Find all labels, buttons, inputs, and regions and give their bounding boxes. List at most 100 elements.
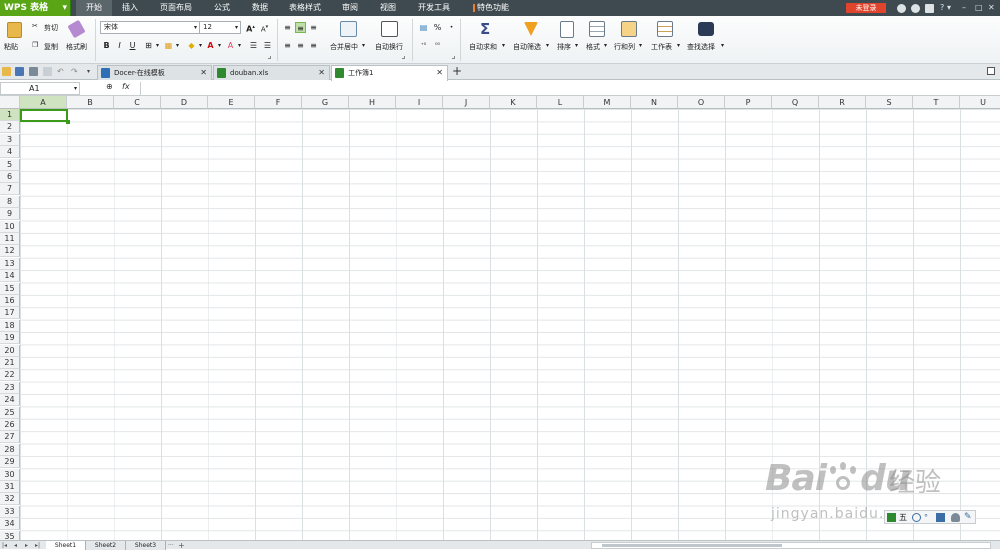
row-header[interactable]: 19 [0, 332, 20, 345]
row-header[interactable]: 15 [0, 282, 20, 295]
ime-user-icon[interactable] [951, 513, 960, 522]
chevron-down-icon[interactable]: ▾ [502, 42, 505, 49]
row-header[interactable]: 31 [0, 481, 20, 493]
grow-font-icon[interactable]: A▴ [245, 22, 256, 34]
ime-keyboard-icon[interactable] [936, 513, 945, 522]
chevron-down-icon[interactable]: ▾ [546, 42, 549, 49]
row-header[interactable]: 29 [0, 456, 20, 469]
autosum-button[interactable]: 自动求和 [469, 42, 497, 52]
row-header[interactable]: 1 [0, 109, 20, 121]
column-header[interactable]: S [866, 96, 913, 109]
merge-center-icon[interactable] [340, 21, 357, 37]
format-button[interactable]: 格式 [586, 42, 600, 52]
column-header[interactable]: A [20, 96, 67, 109]
undo-icon[interactable]: ↶ [57, 67, 66, 76]
wrap-text-icon[interactable] [381, 21, 398, 37]
format-painter-button[interactable]: 格式刷 [66, 42, 87, 52]
column-header[interactable]: U [960, 96, 1000, 109]
tab-formulas[interactable]: 公式 [204, 0, 240, 16]
merge-center-button[interactable]: 合并居中 [330, 42, 358, 52]
tab-page-layout[interactable]: 页面布局 [150, 0, 202, 16]
fill-handle[interactable] [66, 120, 70, 124]
row-header[interactable]: 7 [0, 183, 20, 196]
align-bottom-icon[interactable]: ≡ [308, 22, 319, 33]
row-header[interactable]: 18 [0, 319, 20, 332]
align-left-icon[interactable]: ≡ [282, 40, 293, 51]
maximize-icon[interactable]: □ [975, 0, 983, 16]
paste-button[interactable]: 粘贴 [4, 42, 18, 52]
print-icon[interactable] [29, 67, 38, 76]
chevron-down-icon[interactable]: ▾ [575, 42, 578, 49]
chevron-down-icon[interactable]: ▾ [604, 42, 607, 49]
column-header[interactable]: F [255, 96, 302, 109]
chevron-down-icon[interactable]: ▾ [152, 40, 163, 51]
chevron-down-icon[interactable]: ▾ [677, 42, 680, 49]
column-header[interactable]: T [913, 96, 960, 109]
formula-input[interactable] [140, 82, 998, 95]
chevron-down-icon[interactable]: ▾ [234, 40, 245, 51]
row-header[interactable]: 11 [0, 233, 20, 245]
tab-home[interactable]: 开始 [76, 0, 112, 16]
restore-window-icon[interactable] [987, 67, 995, 75]
new-tab-icon[interactable]: + [452, 64, 462, 79]
number-dialog-launcher-icon[interactable] [452, 56, 455, 59]
row-header[interactable]: 2 [0, 121, 20, 134]
tab-data[interactable]: 数据 [242, 0, 278, 16]
ime-settings-icon[interactable]: ✎ [964, 513, 973, 522]
minimize-icon[interactable]: – [962, 0, 966, 16]
currency-icon[interactable]: ▤ [418, 22, 429, 33]
row-header[interactable]: 8 [0, 195, 20, 208]
font-name-select[interactable]: 宋体 ▾ [100, 21, 200, 34]
name-box[interactable]: A1 ▾ [0, 82, 80, 95]
row-header[interactable]: 5 [0, 158, 20, 171]
close-icon[interactable]: ✕ [436, 66, 443, 80]
increase-decimal-icon[interactable]: ⁺⁰ [418, 40, 429, 51]
tab-table-style[interactable]: 表格样式 [280, 0, 330, 16]
chevron-down-icon[interactable]: ▾ [639, 42, 642, 49]
open-icon[interactable] [2, 67, 11, 76]
tab-view[interactable]: 视图 [370, 0, 406, 16]
row-header[interactable]: 21 [0, 357, 20, 369]
redo-icon[interactable]: ↷ [71, 67, 80, 76]
underline-button[interactable]: U [127, 40, 138, 51]
row-header[interactable]: 20 [0, 344, 20, 357]
row-header[interactable]: 3 [0, 133, 20, 146]
tab-developer[interactable]: 开发工具 [408, 0, 460, 16]
wrap-text-button[interactable]: 自动换行 [375, 42, 403, 52]
filter-icon[interactable] [524, 22, 538, 36]
paste-icon[interactable] [7, 22, 22, 38]
decrease-indent-icon[interactable]: ☰ [248, 40, 259, 51]
scissors-icon[interactable]: ✂ [32, 22, 38, 30]
thousands-separator-icon[interactable]: • [446, 22, 457, 33]
ime-wubi-label[interactable]: 五 [899, 513, 908, 522]
percent-button[interactable]: % [432, 22, 443, 33]
row-header[interactable]: 10 [0, 220, 20, 233]
column-header[interactable]: H [349, 96, 396, 109]
font-dialog-launcher-icon[interactable] [268, 56, 271, 59]
worksheet-button[interactable]: 工作表 [651, 42, 672, 52]
horizontal-scrollbar[interactable] [591, 542, 991, 549]
skin-icon[interactable] [897, 4, 906, 13]
binoculars-icon[interactable] [698, 22, 714, 36]
rows-columns-button[interactable]: 行和列 [614, 42, 635, 52]
zoom-search-icon[interactable]: ⊕ [106, 82, 113, 91]
insert-function-button[interactable]: fx [122, 82, 130, 91]
doc-tab-workbook1[interactable]: 工作簿1 ✕ [331, 65, 448, 81]
row-header[interactable]: 35 [0, 530, 20, 540]
row-header[interactable]: 30 [0, 468, 20, 481]
font-size-select[interactable]: 12 ▾ [199, 21, 241, 34]
row-header[interactable]: 25 [0, 406, 20, 419]
row-header[interactable]: 14 [0, 270, 20, 283]
column-header[interactable]: R [819, 96, 866, 109]
tab-review[interactable]: 审阅 [332, 0, 368, 16]
increase-indent-icon[interactable]: ☰ [262, 40, 273, 51]
cut-button[interactable]: 剪切 [44, 23, 58, 33]
row-header[interactable]: 12 [0, 245, 20, 258]
close-icon[interactable]: ✕ [200, 66, 207, 80]
align-right-icon[interactable]: ≡ [308, 40, 319, 51]
ime-width-icon[interactable]: ° [924, 513, 933, 522]
row-header[interactable]: 24 [0, 394, 20, 407]
column-header[interactable]: Q [772, 96, 819, 109]
tab-special-features[interactable]: 特色功能 [466, 0, 516, 16]
column-header[interactable]: C [114, 96, 161, 109]
